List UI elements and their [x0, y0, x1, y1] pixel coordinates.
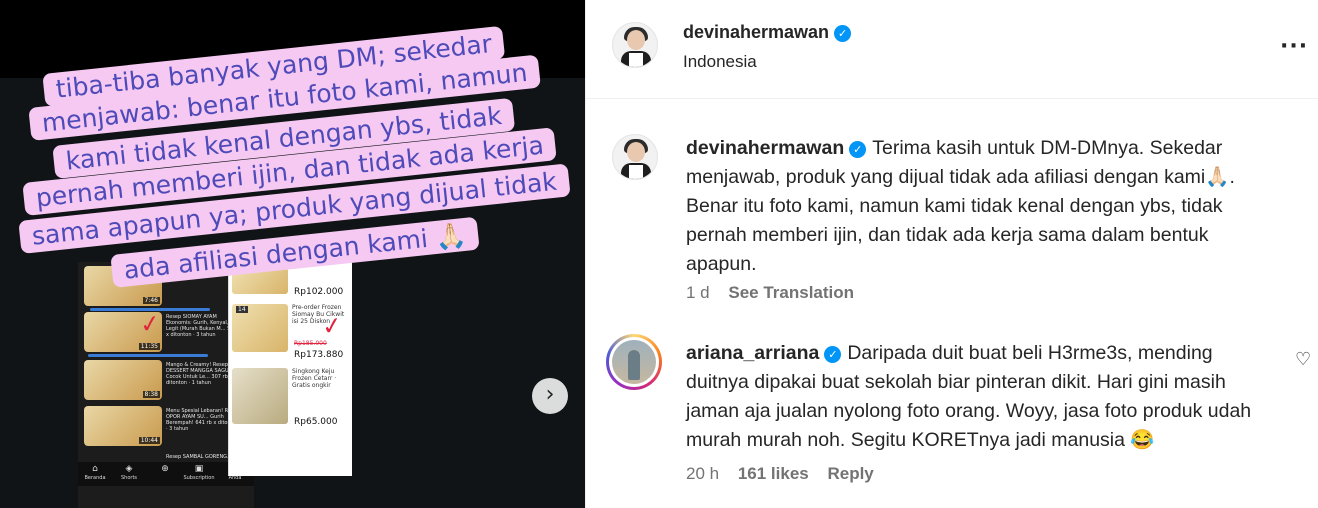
- video-row: 10:44 Menu Spesial Lebaran! Resep OPOR A…: [84, 406, 244, 446]
- author-name-row: devinahermawan ✓: [683, 22, 852, 43]
- shop-item: Singkong Keju Frozen Cetarr · Gratis ong…: [232, 368, 348, 424]
- video-row: Resep SAMBAL GORENG...: [84, 454, 244, 462]
- see-translation-button[interactable]: See Translation: [728, 283, 854, 302]
- add-icon: ⊕: [161, 464, 169, 474]
- comment-body: ariana_arriana ✓ Daripada duit buat beli H…: [686, 339, 1276, 455]
- reply-button[interactable]: Reply: [827, 464, 873, 483]
- product-title: Singkong Keju Frozen Cetarr · Gratis ong…: [292, 368, 337, 389]
- nav-home: ⌂ Beranda: [78, 464, 112, 481]
- comment-body: devinahermawan ✓ Terima kasih untuk DM-DMn…: [686, 134, 1276, 279]
- more-options-button[interactable]: ···: [1280, 34, 1308, 59]
- post-header: devinahermawan ✓ Indonesia ···: [586, 0, 1318, 99]
- video-duration: 10:44: [138, 437, 160, 444]
- comment-avatar[interactable]: [606, 334, 662, 390]
- overlay-note: tiba-tiba banyak yang DM; sekedar menjaw…: [0, 0, 585, 300]
- product-price: Rp65.000: [294, 417, 338, 427]
- product-image: 14: [232, 304, 288, 352]
- nav-label: Subscription: [183, 475, 215, 481]
- chevron-right-icon: ›: [545, 382, 555, 407]
- video-row: 11:35 Resep SIOMAY AYAM Ekonomis: Gurih,…: [84, 312, 244, 352]
- nav-shorts: ◈ Shorts: [112, 464, 146, 481]
- red-check-mark: ✓: [320, 310, 344, 342]
- red-check-mark: ✓: [138, 308, 162, 340]
- like-comment-icon[interactable]: ♡: [1295, 351, 1313, 369]
- nav-label: Beranda: [84, 475, 106, 481]
- comment-time[interactable]: 20 h: [686, 464, 719, 483]
- post-panel: devinahermawan ✓ Indonesia ··· devinaherm…: [585, 0, 1318, 508]
- video-thumbnail: 8:38: [84, 360, 162, 400]
- comment-username[interactable]: ariana_arriana: [686, 342, 819, 364]
- nav-subscription: ▣ Subscription: [182, 464, 216, 481]
- product-image: [232, 368, 288, 424]
- video-thumbnail: 10:44: [84, 406, 162, 446]
- product-rank: 14: [236, 306, 248, 313]
- video-duration: 8:38: [142, 391, 160, 398]
- verified-badge-icon: ✓: [834, 25, 852, 42]
- nav-add: ⊕: [148, 464, 182, 475]
- comment-likes[interactable]: 161 likes: [738, 464, 809, 483]
- highlight-line: [88, 354, 208, 357]
- comment-meta: 1 d See Translation: [686, 283, 868, 303]
- video-duration: 11:35: [138, 343, 160, 350]
- verified-badge-icon: ✓: [824, 346, 842, 363]
- product-old-price: Rp185.000: [294, 340, 327, 347]
- subscription-icon: ▣: [194, 464, 204, 474]
- author-avatar[interactable]: [612, 22, 658, 68]
- video-row: 8:38 Mango & Creamy! Resep DESSERT MANGG…: [84, 360, 244, 400]
- author-username[interactable]: devinahermawan: [683, 22, 829, 42]
- next-slide-button[interactable]: ›: [532, 378, 568, 414]
- shorts-icon: ◈: [125, 464, 133, 474]
- comment-username[interactable]: devinahermawan: [686, 137, 844, 159]
- post-media: 7:46 247 rb x ditonton · 1 tahun 11:35 R…: [0, 0, 585, 508]
- verified-badge-icon: ✓: [849, 141, 867, 158]
- post-location[interactable]: Indonesia: [683, 52, 757, 72]
- product-price: Rp173.880: [294, 350, 344, 360]
- home-icon: ⌂: [92, 464, 98, 474]
- comment-avatar[interactable]: [612, 134, 658, 180]
- comment-meta: 20 h 161 likes Reply: [686, 464, 888, 484]
- comment-time[interactable]: 1 d: [686, 283, 710, 302]
- nav-label: Shorts: [120, 475, 138, 481]
